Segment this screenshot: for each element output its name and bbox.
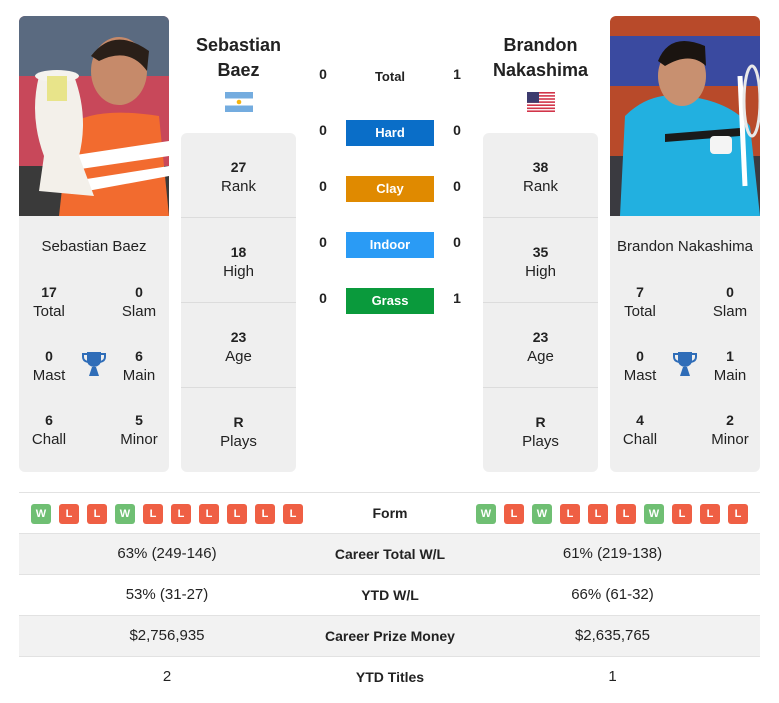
divider	[181, 217, 296, 218]
player1-age: 23 Age	[225, 329, 252, 365]
player1-value: 63% (249-146)	[117, 545, 217, 562]
player1-form-badge-loss[interactable]: L	[199, 504, 219, 524]
player1-full-name: Sebastian Baez	[41, 238, 147, 255]
player2-titles-mast: 0 Mast	[623, 348, 657, 384]
player2-titles-total: 7 Total	[624, 284, 656, 320]
surface-clay[interactable]: Clay	[346, 176, 434, 202]
row-label: YTD Titles	[355, 669, 425, 685]
player2-titles-minor: 2 Minor	[711, 412, 749, 448]
argentina-flag-icon	[225, 92, 253, 117]
player1-form-badge-loss[interactable]: L	[255, 504, 275, 524]
player1-titles-chall: 6 Chall	[31, 412, 67, 448]
h2h-total-label: Total	[374, 69, 406, 84]
row-label: Career Prize Money	[325, 628, 455, 644]
player2-titles-main: 1 Main	[713, 348, 747, 384]
player2-value: $2,635,765	[574, 627, 651, 644]
player1-rank: 27 Rank	[220, 159, 257, 195]
player2-last-name: Nakashima	[492, 60, 589, 80]
player1-name[interactable]: Sebastian Baez	[181, 33, 296, 83]
player1-first-name: Sebastian	[195, 35, 282, 55]
surface-grass[interactable]: Grass	[346, 288, 434, 314]
divider	[181, 302, 296, 303]
player1-form-badge-loss[interactable]: L	[227, 504, 247, 524]
player2-form-badge-loss[interactable]: L	[560, 504, 580, 524]
divider	[483, 387, 598, 388]
row-label: YTD W/L	[361, 587, 419, 603]
player2-form-badge-loss[interactable]: L	[504, 504, 524, 524]
h2h-indoor-p1: 0	[319, 234, 327, 250]
form-label: Form	[372, 505, 408, 521]
h2h-grass-p2: 1	[453, 290, 461, 306]
player2-form-badge-loss[interactable]: L	[616, 504, 636, 524]
h2h-clay-p2: 0	[453, 178, 461, 194]
player1-high: 18 High	[223, 244, 254, 280]
player2-rank: 38 Rank	[522, 159, 559, 195]
form-row: WLLWLLLLLL Form WLWLLLWLLL	[19, 492, 760, 533]
player2-value: 1	[608, 668, 617, 685]
player1-form-badge-loss[interactable]: L	[283, 504, 303, 524]
player2-form-badge-loss[interactable]: L	[700, 504, 720, 524]
player1-photo[interactable]	[19, 16, 169, 216]
h2h-clay-p1: 0	[319, 178, 327, 194]
player1-titles-slam: 0 Slam	[121, 284, 157, 320]
player1-titles-total: 17 Total	[33, 284, 65, 320]
player1-form-badge-win[interactable]: W	[115, 504, 135, 524]
player1-value: 2	[162, 668, 172, 685]
player2-form-badge-loss[interactable]: L	[588, 504, 608, 524]
trophy-icon	[673, 351, 697, 377]
player1-form-badge-loss[interactable]: L	[143, 504, 163, 524]
usa-flag-icon	[527, 92, 555, 117]
player1-form-badge-loss[interactable]: L	[87, 504, 107, 524]
player1-titles-main: 6 Main	[122, 348, 156, 384]
table-row-prize-money: $2,756,935 Career Prize Money $2,635,765	[19, 615, 760, 656]
trophy-icon	[82, 351, 106, 377]
player1-titles-mast: 0 Mast	[32, 348, 66, 384]
player1-value: $2,756,935	[129, 627, 205, 644]
player1-card: Sebastian Baez 17 Total 0 Slam 0 Mast 6 Main…	[19, 216, 169, 472]
player2-form-badge-win[interactable]: W	[644, 504, 664, 524]
table-row-ytd-wl: 53% (31-27) YTD W/L 66% (61-32)	[19, 574, 760, 615]
player2-photo[interactable]	[610, 16, 760, 216]
h2h-grass-p1: 0	[319, 290, 327, 306]
h2h-total-p1: 0	[319, 66, 327, 82]
table-row-career-wl: 63% (249-146) Career Total W/L 61% (219-…	[19, 533, 760, 574]
player2-form-badge-win[interactable]: W	[532, 504, 552, 524]
divider	[483, 302, 598, 303]
player2-form-badge-loss[interactable]: L	[672, 504, 692, 524]
row-label: Career Total W/L	[334, 546, 446, 562]
player2-stats: 38 Rank 35 High 23 Age R Plays	[483, 133, 598, 472]
h2h-total-p2: 1	[453, 66, 461, 82]
player2-titles-chall: 4 Chall	[622, 412, 658, 448]
player1-form-badge-loss[interactable]: L	[59, 504, 79, 524]
player2-high: 35 High	[525, 244, 556, 280]
player1-value: 53% (31-27)	[125, 586, 209, 603]
player2-value: 66% (61-32)	[571, 586, 654, 603]
h2h-hard-p2: 0	[453, 122, 461, 138]
surface-hard[interactable]: Hard	[346, 120, 434, 146]
player2-name[interactable]: Brandon Nakashima	[483, 33, 598, 83]
player2-full-name: Brandon Nakashima	[617, 238, 753, 255]
player2-age: 23 Age	[527, 329, 554, 365]
divider	[483, 217, 598, 218]
player1-form-badge-win[interactable]: W	[31, 504, 51, 524]
surface-indoor[interactable]: Indoor	[346, 232, 434, 258]
player2-form-badge-win[interactable]: W	[476, 504, 496, 524]
player2-plays: R Plays	[522, 414, 559, 450]
table-row-ytd-titles: 2 YTD Titles 1	[19, 656, 760, 697]
player2-form-badge-loss[interactable]: L	[728, 504, 748, 524]
player2-first-name: Brandon	[503, 35, 578, 55]
player1-plays: R Plays	[220, 414, 257, 450]
player1-form-badge-loss[interactable]: L	[171, 504, 191, 524]
player2-titles-slam: 0 Slam	[712, 284, 748, 320]
player2-value: 61% (219-138)	[562, 545, 663, 562]
h2h-indoor-p2: 0	[453, 234, 461, 250]
player1-titles-minor: 5 Minor	[120, 412, 158, 448]
player2-card: Brandon Nakashima 7 Total 0 Slam 0 Mast 1 Ma…	[610, 216, 760, 472]
divider	[181, 387, 296, 388]
h2h-hard-p1: 0	[319, 122, 327, 138]
player1-last-name: Baez	[217, 60, 260, 80]
player1-stats: 27 Rank 18 High 23 Age R Plays	[181, 133, 296, 472]
